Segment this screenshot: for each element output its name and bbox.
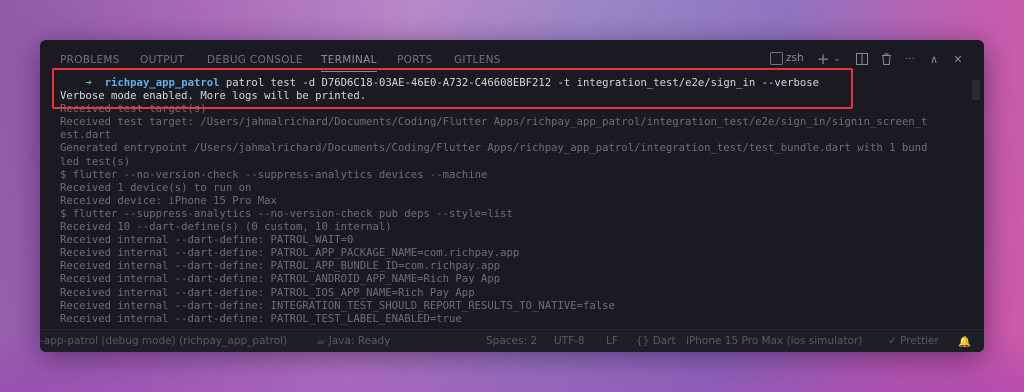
tab-gitlens[interactable]: GITLENS — [454, 54, 501, 66]
output-line: est.dart — [60, 129, 112, 142]
status-indentation[interactable]: Spaces: 2 — [486, 335, 537, 347]
output-line: Received 1 device(s) to run on — [60, 181, 252, 194]
status-language[interactable]: {} Dart — [636, 335, 676, 347]
add-terminal-icon[interactable]: + — [816, 50, 830, 68]
chevron-down-icon[interactable]: ⌄ — [832, 51, 842, 67]
output-line: Received internal --dart-define: INTEGRA… — [60, 299, 615, 312]
tab-problems[interactable]: PROBLEMS — [60, 54, 120, 66]
shell-name[interactable]: zsh — [786, 52, 804, 64]
trash-icon[interactable] — [878, 51, 894, 67]
status-eol[interactable]: LF — [606, 335, 618, 347]
braces-icon: {} — [636, 335, 653, 347]
close-panel-icon[interactable]: ✕ — [950, 51, 966, 67]
highlight-annotation-box — [52, 68, 853, 109]
status-java[interactable]: ☕ Java: Ready — [316, 335, 390, 347]
terminal-scrollbar[interactable] — [972, 80, 980, 100]
output-line: Received internal --dart-define: PATROL_… — [60, 286, 475, 299]
output-line: Received internal --dart-define: PATROL_… — [60, 234, 354, 247]
java-icon: ☕ — [316, 335, 329, 347]
output-line: Received device: iPhone 15 Pro Max — [60, 194, 277, 207]
more-actions-icon[interactable]: ··· — [902, 51, 918, 67]
tab-terminal[interactable]: TERMINAL — [321, 54, 377, 72]
split-terminal-icon[interactable] — [854, 51, 870, 67]
terminal-icon — [770, 52, 783, 65]
check-icon: ✓ — [888, 335, 901, 347]
output-line: led test(s) — [60, 155, 131, 168]
terminal-panel: PROBLEMS OUTPUT DEBUG CONSOLE TERMINAL P… — [40, 40, 984, 352]
output-line: $ flutter --no-version-check --suppress-… — [60, 168, 488, 181]
tab-debug-console[interactable]: DEBUG CONSOLE — [207, 54, 303, 66]
output-line: $ flutter --suppress-analytics --no-vers… — [60, 207, 513, 220]
status-debug-session[interactable]: -app-patrol (debug mode) (richpay_app_pa… — [40, 335, 287, 347]
status-encoding[interactable]: UTF-8 — [554, 335, 585, 347]
output-line: Received internal --dart-define: PATROL_… — [60, 273, 501, 286]
output-line: Received internal --dart-define: PATROL_… — [60, 247, 520, 260]
maximize-panel-icon[interactable]: ∧ — [926, 51, 942, 67]
status-bar: -app-patrol (debug mode) (richpay_app_pa… — [40, 329, 984, 352]
output-line: Received internal --dart-define: PATROL_… — [60, 312, 462, 325]
status-device[interactable]: iPhone 15 Pro Max (ios simulator) — [686, 335, 862, 347]
tab-output[interactable]: OUTPUT — [140, 54, 185, 66]
status-formatter[interactable]: ✓ Prettier — [888, 335, 939, 347]
output-line: Received 10 --dart-define(s) (0 custom, … — [60, 221, 392, 234]
output-line: Generated entrypoint /Users/jahmalrichar… — [60, 142, 928, 155]
notification-bell-icon[interactable]: 🔔 — [958, 335, 971, 348]
terminal-output[interactable]: ➜ richpay_app_patrol patrol test -d D76D… — [60, 77, 975, 330]
output-line: Received test target: /Users/jahmalricha… — [60, 116, 928, 129]
tab-ports[interactable]: PORTS — [397, 54, 433, 66]
output-line: Received internal --dart-define: PATROL_… — [60, 260, 501, 273]
